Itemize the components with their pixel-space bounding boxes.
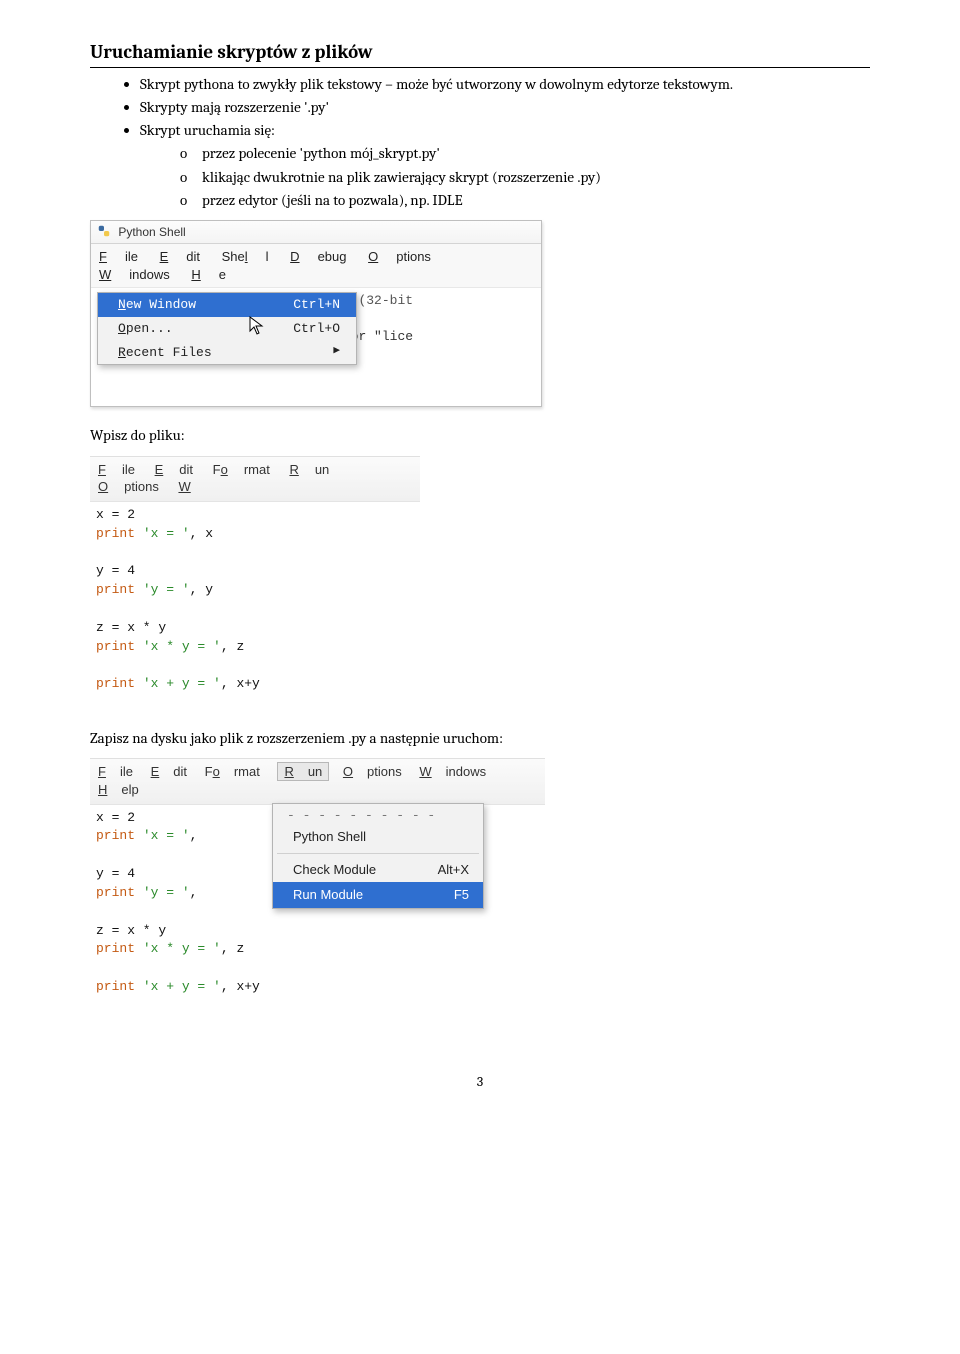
menu-item-shortcut: F5 — [454, 886, 469, 904]
submenu-dashes: - - - - - - - - - - — [273, 804, 483, 825]
menu-format[interactable]: Format — [205, 764, 260, 779]
menu-help[interactable]: Help — [98, 782, 139, 797]
run-submenu: - - - - - - - - - - Python Shell Check M… — [272, 803, 484, 909]
menu-item-python-shell[interactable]: Python Shell — [273, 824, 483, 850]
menu-format[interactable]: Format — [213, 462, 270, 477]
menu-options[interactable]: Options — [98, 479, 159, 494]
sub-list: oprzez polecenie 'python mój_skrypt.py' … — [140, 143, 870, 210]
screenshot-editor-run-menu: File Edit Format Run Options Windows Hel… — [90, 758, 545, 1003]
menu-options[interactable]: Options — [343, 764, 402, 779]
sub-text: przez polecenie 'python mój_skrypt.py' — [202, 144, 440, 162]
screenshot-editor: File Edit Format Run Options W x = 2 pri… — [90, 456, 420, 701]
page-number: 3 — [90, 1073, 870, 1092]
shell-body: - - - - - - - - - - - - - - .2-2 (32-bit… — [91, 288, 541, 406]
bullet-item: Skrypt pythona to zwykły plik tekstowy –… — [140, 74, 870, 94]
section-heading: Uruchamianie skryptów z plików — [90, 40, 870, 68]
menu-run[interactable]: Run — [289, 462, 329, 477]
menu-help[interactable]: He — [191, 267, 226, 282]
menu-edit[interactable]: Edit — [151, 764, 187, 779]
menu-debug[interactable]: Debug — [290, 249, 346, 264]
menu-item-open[interactable]: Open... Ctrl+O — [98, 317, 356, 341]
sub-text: przez edytor (jeśli na to pozwala), np. … — [202, 191, 463, 209]
sub-item: oprzez edytor (jeśli na to pozwala), np.… — [180, 190, 870, 210]
menu-windows[interactable]: Windows — [419, 764, 486, 779]
menu-edit[interactable]: Edit — [160, 249, 200, 264]
menu-item-label: Recent Files — [118, 344, 212, 362]
menu-item-label: New Window — [118, 296, 196, 314]
sub-item: oklikając dwukrotnie na plik zawierający… — [180, 167, 870, 187]
screenshot-python-shell: Python Shell File Edit Shell Debug Optio… — [90, 220, 542, 407]
menu-item-label: Open... — [118, 320, 173, 338]
bullet-item: Skrypt uruchamia się: oprzez polecenie '… — [140, 120, 870, 210]
menu-edit[interactable]: Edit — [155, 462, 193, 477]
bullet-item: Skrypty mają rozszerzenie '.py' — [140, 97, 870, 117]
sub-text: klikając dwukrotnie na plik zawierający … — [202, 168, 601, 186]
menu-item-shortcut: Alt+X — [438, 861, 469, 879]
menu-file[interactable]: File — [98, 462, 135, 477]
menu-item-label: Check Module — [293, 861, 376, 879]
menu-item-check-module[interactable]: Check Module Alt+X — [273, 857, 483, 883]
window-titlebar: Python Shell — [91, 221, 541, 244]
menu-item-shortcut: Ctrl+O — [293, 320, 340, 338]
menu-item-new-window[interactable]: New Window Ctrl+N — [98, 293, 356, 317]
menu-windows[interactable]: W — [178, 479, 206, 494]
menu-item-label: Run Module — [293, 886, 363, 904]
code-area: x = 2 print 'x = ', x y = 4 print 'y = '… — [90, 502, 420, 700]
menu-item-label: Python Shell — [293, 828, 366, 846]
bullet-list: Skrypt pythona to zwykły plik tekstowy –… — [90, 74, 870, 211]
python-icon — [97, 224, 111, 238]
menubar: File Edit Format Run Options Windows Hel… — [90, 759, 545, 804]
window-title: Python Shell — [118, 225, 185, 239]
menubar: File Edit Format Run Options W — [90, 457, 420, 502]
submenu-separator — [277, 853, 479, 854]
label-zapisz: Zapisz na dysku jako plik z rozszerzenie… — [90, 728, 870, 748]
menu-file[interactable]: File — [99, 249, 138, 264]
menu-shell[interactable]: Shell — [222, 249, 269, 264]
sub-item: oprzez polecenie 'python mój_skrypt.py' — [180, 143, 870, 163]
menu-item-shortcut: Ctrl+N — [293, 296, 340, 314]
submenu-arrow-icon: ▶ — [333, 344, 340, 362]
bullet-text: Skrypt uruchamia się: — [140, 121, 275, 139]
menubar: File Edit Shell Debug Options Windows He — [91, 244, 541, 288]
file-submenu: New Window Ctrl+N Open... Ctrl+O Recent … — [97, 292, 357, 365]
label-wpisz: Wpisz do pliku: — [90, 425, 870, 445]
menu-item-recent-files[interactable]: Recent Files ▶ — [98, 341, 356, 365]
menu-windows[interactable]: Windows — [99, 267, 170, 282]
menu-item-run-module[interactable]: Run Module F5 — [273, 882, 483, 908]
menu-run-open[interactable]: Run — [277, 762, 329, 781]
menu-file[interactable]: File — [98, 764, 133, 779]
menu-options[interactable]: Options — [368, 249, 431, 264]
